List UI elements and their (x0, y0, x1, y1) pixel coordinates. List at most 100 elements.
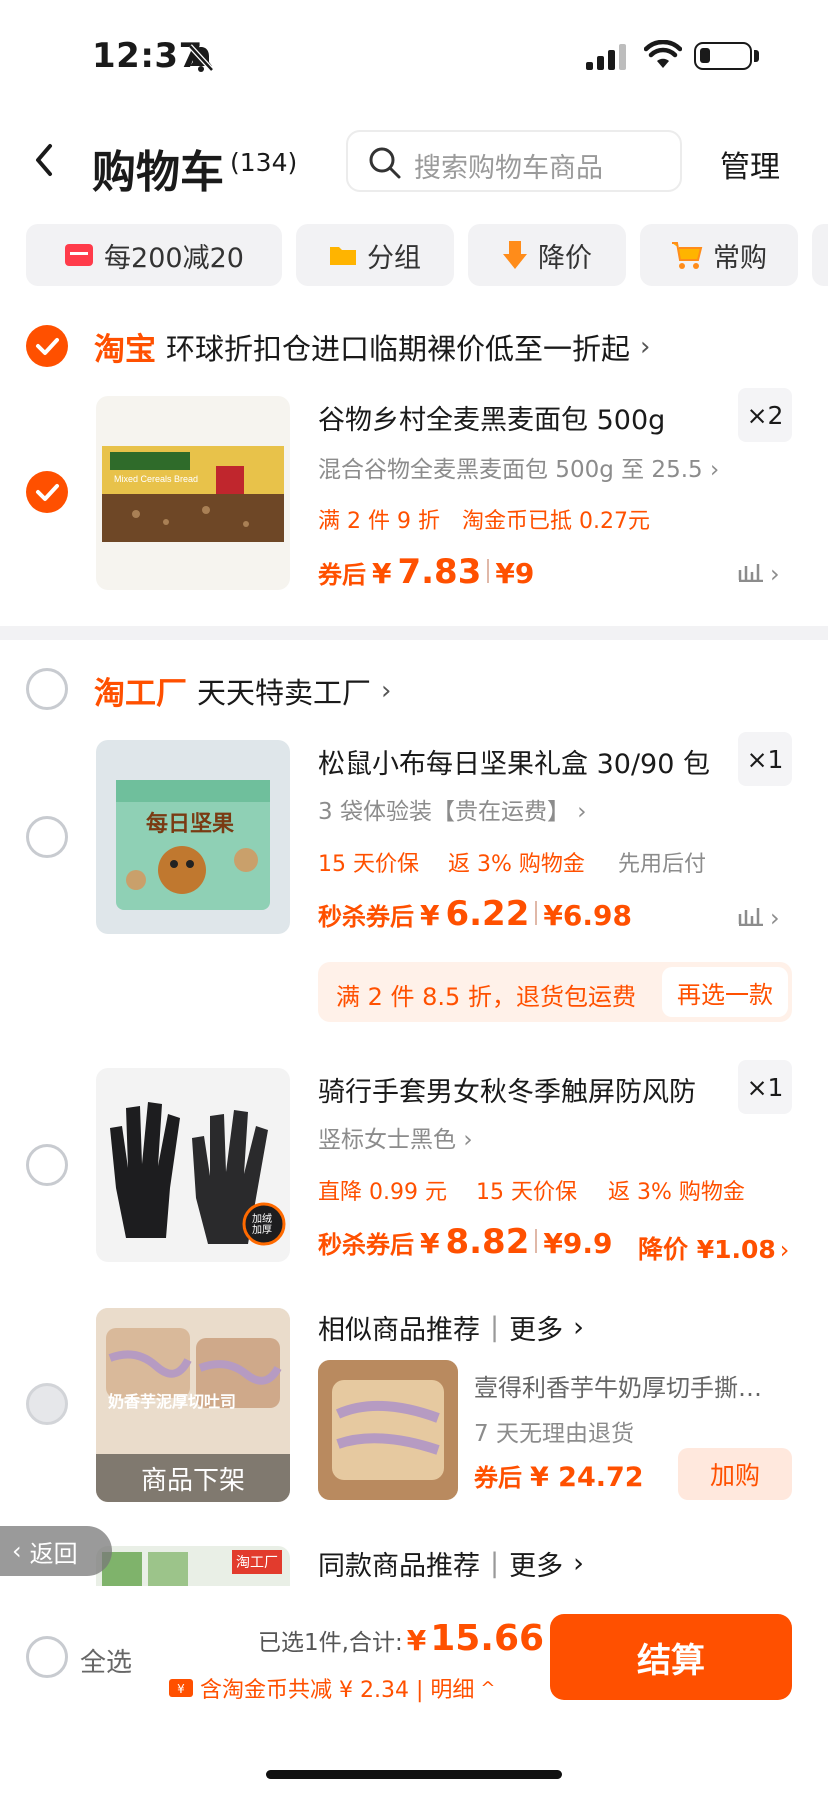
check-icon (36, 484, 59, 501)
home-indicator (266, 1770, 562, 1779)
add-to-cart-button[interactable]: 加购 (678, 1448, 792, 1500)
price-divider (487, 559, 490, 583)
item1-sku-text: 混合谷物全麦黑麦面包 500g 至 25.5 (318, 457, 703, 483)
folder-icon (330, 247, 356, 265)
item1-checkbox[interactable] (26, 471, 68, 513)
item5-image-block (148, 1552, 188, 1586)
item2-image-text: 每日坚果 (146, 812, 235, 837)
manage-button[interactable]: 管理 (720, 142, 780, 186)
shop1-header[interactable]: 淘宝 环球折扣仓进口临期裸价低至一折起 › (94, 324, 650, 369)
price-down-icon (503, 241, 527, 269)
chip-price-drop[interactable]: 降价 (468, 224, 626, 286)
item5-image-text: 淘工厂 (232, 1550, 282, 1574)
chevron-right-icon: › (577, 799, 587, 825)
item4-image[interactable]: 奶香芋泥厚切吐司 商品下架 (96, 1308, 290, 1502)
item1-promo1: 满 2 件 9 折 (318, 509, 440, 534)
item1-image[interactable]: Mixed Cereals Bread (96, 396, 290, 590)
chevron-right-icon: › (463, 1127, 473, 1153)
item2-sku-text: 3 袋体验装【贵在运费】 (318, 799, 570, 825)
rec-toast-image (318, 1360, 458, 1500)
item2-checkbox[interactable] (26, 816, 68, 858)
search-icon (369, 147, 401, 179)
battery-icon (694, 42, 752, 70)
item1-currency: ¥ (372, 557, 392, 590)
back-icon[interactable] (30, 140, 58, 180)
item2-currency: ¥ (420, 899, 440, 932)
select-another-button[interactable]: 再选一款 (662, 967, 788, 1017)
chip-label: 降价 (538, 242, 592, 274)
same-item-header[interactable]: 同款商品推荐 | 更多 › (318, 1544, 584, 1583)
shop1-checkbox[interactable] (26, 325, 68, 367)
total-row: 已选1件,合计: ¥ 15.66 (258, 1618, 544, 1659)
wifi-icon (644, 40, 682, 68)
rec-price-prefix: 券后 (474, 1464, 522, 1492)
checkout-bar: 全选 已选1件,合计: ¥ 15.66 ¥ 含淘金币共减 ¥ 2.34 | 明细… (0, 1592, 828, 1795)
item2-original-price: ¥6.98 (543, 899, 632, 932)
item2-promo3: 先用后付 (618, 852, 707, 877)
chip-coupon[interactable]: 每200减20 (26, 224, 282, 286)
chevron-right-icon: › (770, 560, 780, 588)
item3-price-drop[interactable]: 降价 ¥1.08 › (638, 1230, 789, 1266)
battery-tip (754, 50, 759, 62)
item1-trend[interactable]: › (738, 560, 780, 588)
page-title: 购物车 (92, 147, 224, 198)
select-all-checkbox[interactable] (26, 1636, 68, 1678)
chevron-right-icon: › (640, 331, 651, 362)
item1-qty[interactable]: ×2 (738, 388, 792, 442)
rec-title[interactable]: 壹得利香芋牛奶厚切手撕… (474, 1368, 762, 1403)
chip-group[interactable]: 分组 (296, 224, 454, 286)
item3-image[interactable]: 加绒加厚 (96, 1068, 290, 1262)
chevron-up-icon: ^ (480, 1677, 496, 1699)
chip-label: 分组 (367, 242, 421, 274)
item3-checkbox[interactable] (26, 1144, 68, 1186)
item1-title[interactable]: 谷物乡村全麦黑麦面包 500g (318, 398, 665, 437)
chip-frequent[interactable]: 常购 (640, 224, 798, 286)
item3-qty[interactable]: ×1 (738, 1060, 792, 1114)
item2-price-row: 秒杀券后 ¥ 6.22 ¥6.98 (318, 894, 632, 934)
item2-price-prefix: 秒杀券后 (318, 903, 414, 931)
total-amount: 15.66 (430, 1618, 545, 1659)
item3-title[interactable]: 骑行手套男女秋冬季触屏防风防 (318, 1070, 696, 1109)
shop2-header[interactable]: 淘工厂 天天特卖工厂 › (94, 668, 391, 713)
rec-image[interactable] (318, 1360, 458, 1500)
discount-detail[interactable]: ¥ 含淘金币共减 ¥ 2.34 | 明细 ^ (168, 1672, 495, 1704)
cart-count: (134) (230, 148, 298, 177)
item3-sku[interactable]: 竖标女士黑色 › (318, 1120, 473, 1154)
item1-sku[interactable]: 混合谷物全麦黑麦面包 500g 至 25.5 › (318, 450, 719, 484)
item2-qty[interactable]: ×1 (738, 732, 792, 786)
item5-image[interactable]: 淘工厂 (96, 1546, 290, 1586)
shop2-checkbox[interactable] (26, 668, 68, 710)
select-all-label[interactable]: 全选 (80, 1642, 132, 1679)
rec-price-row: 券后 ¥ 24.72 (474, 1458, 644, 1493)
checkout-button[interactable]: 结算 (550, 1614, 792, 1700)
rec-price: ¥ 24.72 (530, 1462, 644, 1493)
cart-icon (672, 242, 703, 269)
chevron-right-icon: › (381, 675, 392, 706)
separator: | (490, 1312, 500, 1343)
item2-trend[interactable]: › (738, 904, 780, 932)
item1-price-row: 券后 ¥ 7.83 ¥9 (318, 552, 534, 592)
item3-price-row: 秒杀券后 ¥ 8.82 ¥9.9 (318, 1222, 612, 1262)
search-input[interactable]: 搜索购物车商品 (346, 130, 682, 192)
shop2-name: 天天特卖工厂 (197, 675, 372, 710)
item2-title[interactable]: 松鼠小布每日坚果礼盒 30/90 包 (318, 742, 710, 781)
chevron-right-icon: › (573, 1312, 584, 1343)
discount-text: 含淘金币共减 ¥ 2.34 | 明细 (200, 1678, 475, 1703)
item2-image[interactable]: 每日坚果 (96, 740, 290, 934)
cellular-signal-icon (586, 44, 626, 70)
svg-text:¥: ¥ (177, 1682, 185, 1696)
similar-header[interactable]: 相似商品推荐 | 更多 › (318, 1308, 584, 1347)
floating-back-button[interactable]: ‹ 返回 (0, 1526, 112, 1576)
search-placeholder: 搜索购物车商品 (414, 153, 603, 184)
item3-currency: ¥ (420, 1227, 440, 1260)
item4-checkbox (26, 1383, 68, 1425)
item2-sku[interactable]: 3 袋体验装【贵在运费】 › (318, 792, 586, 826)
banner-text: 满 2 件 8.5 折，退货包运费 (336, 983, 636, 1011)
price-divider (535, 901, 538, 925)
total-currency: ¥ (406, 1624, 427, 1657)
item3-original-price: ¥9.9 (543, 1227, 613, 1260)
separator: | (490, 1548, 500, 1579)
item3-promo1: 直降 0.99 元 (318, 1180, 447, 1205)
price-trend-icon (738, 564, 763, 582)
item3-price: 8.82 (445, 1222, 530, 1262)
